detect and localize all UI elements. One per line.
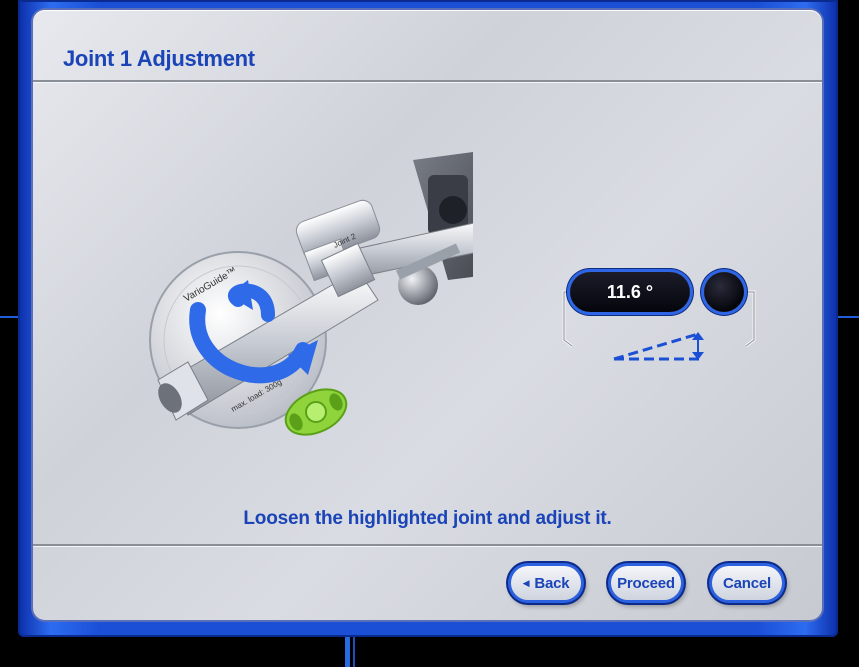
footer-divider [33,544,822,547]
back-button-label: Back [534,574,570,592]
background-line-vertical-thin [353,632,355,667]
title-divider [33,80,822,83]
dialog-panel: Joint 1 Adjustment VarioGuide™ Joint 2 m… [33,10,822,620]
proceed-button[interactable]: Proceed [611,566,681,600]
background-line-vertical [345,632,350,667]
back-arrow-icon: ◀ [522,577,530,588]
angle-indicator: 11.6 ° [558,268,758,368]
angle-status-indicator [704,272,744,312]
angle-value-display: 11.6 ° [570,272,690,312]
dialog-title: Joint 1 Adjustment [63,46,255,71]
joint-illustration: VarioGuide™ Joint 2 max. load: 300g [149,152,473,436]
instruction-text: Loosen the highlighted joint and adjust … [243,508,612,529]
cancel-button-label: Cancel [723,574,771,592]
back-button[interactable]: ◀ Back [511,566,581,600]
proceed-button-label: Proceed [617,574,675,592]
angle-icon [613,332,704,361]
dialog-frame: Joint 1 Adjustment VarioGuide™ Joint 2 m… [18,0,838,637]
cancel-button[interactable]: Cancel [712,566,782,600]
